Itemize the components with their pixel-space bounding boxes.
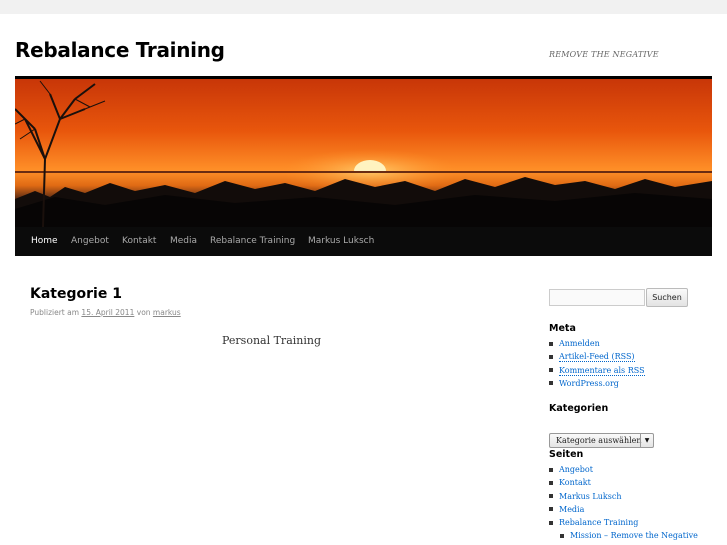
meta-link-kommentare-rss[interactable]: Kommentare als RSS	[559, 365, 645, 376]
list-item: Markus Luksch	[549, 490, 698, 503]
category-select-label: Kategorie auswählen	[556, 436, 642, 445]
page-link-media[interactable]: Media	[559, 505, 584, 514]
page-link-rebalance-training[interactable]: Rebalance Training	[559, 518, 638, 527]
post-meta: Publiziert am 15. April 2011 von markus	[30, 308, 181, 317]
meta-list: Anmelden Artikel-Feed (RSS) Kommentare a…	[549, 337, 645, 390]
nav-item-rebalance-training[interactable]: Rebalance Training	[210, 227, 295, 256]
list-item: Mission – Remove the Negative	[549, 529, 698, 542]
list-item: Rebalance Training	[549, 516, 698, 529]
meta-link-wordpress[interactable]: WordPress.org	[559, 379, 619, 388]
site-description: REMOVE THE NEGATIVE	[549, 50, 659, 59]
list-item: Kontakt	[549, 476, 698, 489]
bullet-icon	[549, 368, 553, 373]
pages-widget-title: Seiten	[549, 449, 584, 460]
post-meta-by: von	[136, 308, 151, 317]
nav-item-home[interactable]: Home	[31, 227, 58, 256]
meta-widget-title: Meta	[549, 323, 576, 334]
bullet-icon	[549, 494, 553, 499]
list-item: WordPress.org	[549, 377, 645, 390]
post-author-link[interactable]: markus	[153, 308, 181, 317]
list-item: Anmelden	[549, 337, 645, 350]
list-item: Kommentare als RSS	[549, 364, 645, 377]
search-input[interactable]	[549, 289, 645, 306]
page: Rebalance Training REMOVE THE NEGATIVE H…	[0, 14, 727, 545]
categories-widget-title: Kategorien	[549, 403, 609, 414]
bullet-icon	[549, 507, 553, 512]
post-title[interactable]: Kategorie 1	[30, 286, 122, 302]
nav-item-kontakt[interactable]: Kontakt	[122, 227, 156, 256]
main-navigation: Home Angebot Kontakt Media Rebalance Tra…	[15, 227, 712, 256]
meta-link-artikel-feed[interactable]: Artikel-Feed (RSS)	[559, 352, 635, 363]
bullet-icon	[560, 533, 564, 538]
search-button[interactable]: Suchen	[646, 288, 688, 307]
header-banner-image	[15, 79, 712, 227]
page-link-angebot[interactable]: Angebot	[559, 465, 593, 474]
bullet-icon	[549, 354, 553, 359]
site-title[interactable]: Rebalance Training	[15, 38, 225, 62]
nav-item-media[interactable]: Media	[170, 227, 197, 256]
post-content: Personal Training	[222, 334, 321, 347]
pages-list: Angebot Kontakt Markus Luksch Media Reba…	[549, 463, 698, 543]
triangle-down-icon: ▼	[640, 434, 653, 447]
list-item: Media	[549, 503, 698, 516]
nav-item-angebot[interactable]: Angebot	[71, 227, 109, 256]
bullet-icon	[549, 467, 553, 472]
post-meta-prefix: Publiziert am	[30, 308, 80, 317]
category-select[interactable]: Kategorie auswählen ▼	[549, 433, 654, 448]
page-link-mission[interactable]: Mission – Remove the Negative	[570, 531, 698, 540]
bullet-icon	[549, 381, 553, 386]
nav-item-markus-luksch[interactable]: Markus Luksch	[308, 227, 374, 256]
bullet-icon	[549, 480, 553, 485]
post-date-link[interactable]: 15. April 2011	[81, 308, 134, 317]
bullet-icon	[549, 520, 553, 525]
list-item: Angebot	[549, 463, 698, 476]
page-link-markus-luksch[interactable]: Markus Luksch	[559, 492, 621, 501]
meta-link-anmelden[interactable]: Anmelden	[559, 339, 600, 348]
list-item: Artikel-Feed (RSS)	[549, 350, 645, 363]
page-link-kontakt[interactable]: Kontakt	[559, 478, 591, 487]
bullet-icon	[549, 341, 553, 346]
